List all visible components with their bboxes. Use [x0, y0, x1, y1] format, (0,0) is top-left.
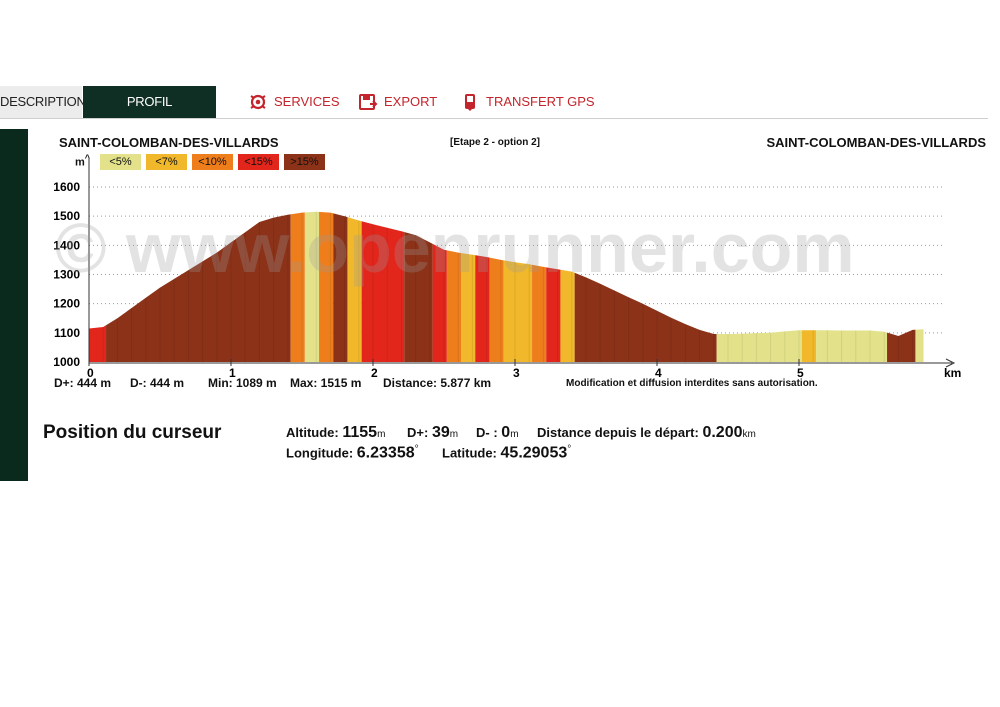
watermark-text: © www.openrunner.com: [55, 209, 855, 287]
cursor-position-title: Position du curseur: [43, 422, 222, 443]
copyright-notice: Modification et diffusion interdites san…: [566, 378, 818, 389]
cursor-dminus: D- : 0m: [476, 424, 519, 442]
cursor-latitude: Latitude: 45.29053°: [442, 444, 571, 462]
dminus-unit: m: [510, 429, 519, 440]
cursor-altitude: Altitude: 1155m: [286, 424, 385, 442]
dminus-label: D- :: [476, 425, 498, 440]
x-axis-unit: km: [944, 366, 961, 380]
elevation-profile-chart[interactable]: 1000110012001300140015001600 0 1 2 3 4 5 km © …: [0, 0, 1000, 707]
stat-min: Min: 1089 m: [208, 376, 277, 390]
longitude-label: Longitude:: [286, 445, 354, 461]
y-tick-label: 1000: [53, 355, 80, 369]
altitude-value: 1155: [342, 424, 378, 441]
y-tick-label: 1600: [53, 180, 80, 194]
altitude-label: Altitude:: [286, 425, 339, 440]
slope-segment: [915, 211, 924, 362]
latitude-label: Latitude:: [442, 445, 497, 461]
stat-distance: Distance: 5.877 km: [383, 376, 492, 390]
distance-label: Distance depuis le départ:: [537, 425, 699, 440]
stat-dplus: D+: 444 m: [54, 376, 112, 390]
altitude-unit: m: [377, 429, 386, 440]
y-tick-label: 1100: [54, 326, 80, 340]
distance-unit: km: [742, 429, 756, 440]
stat-max: Max: 1515 m: [290, 376, 362, 390]
latitude-value: 45.29053: [500, 444, 568, 462]
stat-dminus: D-: 444 m: [130, 376, 185, 390]
cursor-dplus: D+: 39m: [407, 424, 458, 442]
cursor-longitude: Longitude: 6.23358°: [286, 444, 419, 462]
x-tick-label: 2: [371, 366, 378, 380]
y-tick-label: 1200: [53, 297, 80, 311]
longitude-value: 6.23358: [356, 444, 415, 462]
latitude-unit: °: [567, 444, 572, 455]
x-tick-label: 3: [513, 366, 520, 380]
distance-value: 0.200: [702, 424, 743, 441]
longitude-unit: °: [414, 444, 419, 455]
cursor-distance: Distance depuis le départ: 0.200km: [537, 424, 756, 442]
dplus-label: D+:: [407, 425, 429, 440]
dplus-value: 39: [431, 424, 450, 441]
dplus-unit: m: [449, 429, 459, 440]
slope-segment: [887, 211, 916, 362]
dminus-value: 0: [501, 424, 511, 441]
